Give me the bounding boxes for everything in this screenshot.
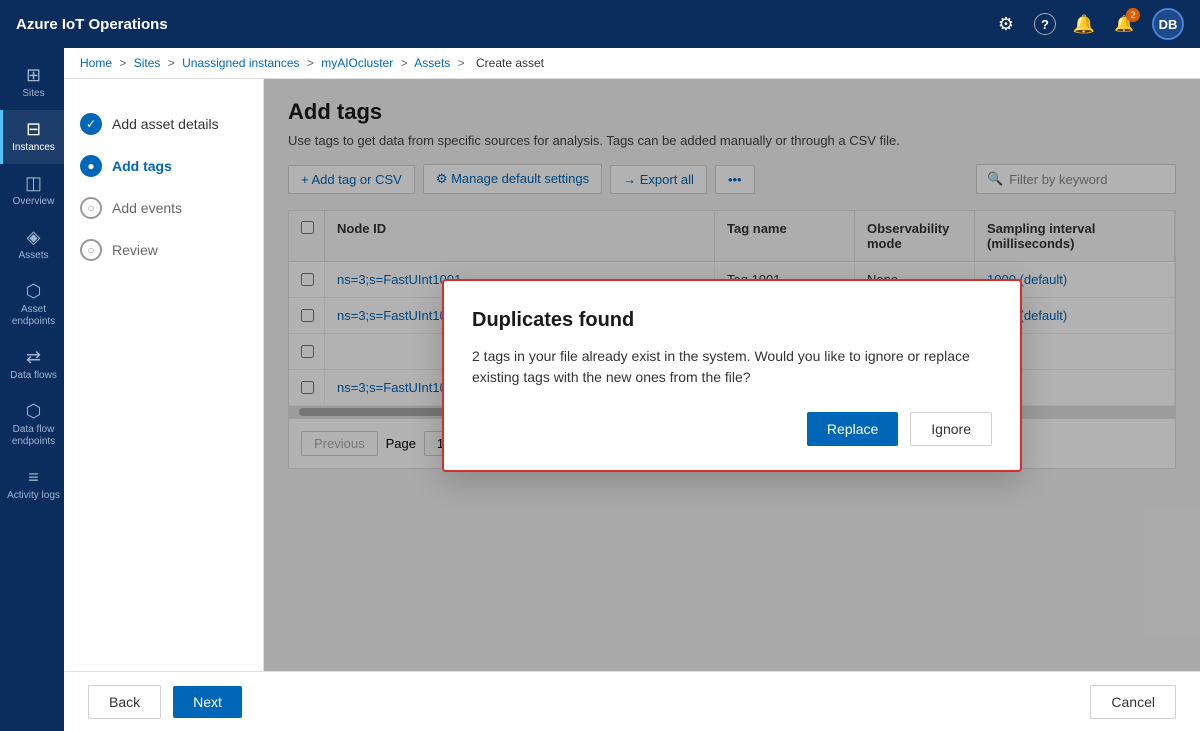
top-nav-icons: ⚙ ? 🔔 🔔 2 DB: [994, 8, 1184, 40]
breadcrumb-home[interactable]: Home: [80, 56, 112, 70]
sidebar-label-assets: Assets: [18, 250, 48, 262]
notification-bell[interactable]: 🔔 2: [1112, 12, 1136, 36]
sidebar-item-assets[interactable]: ◈ Assets: [0, 218, 64, 272]
sidebar-label-data-flow-endpoints: Data flow endpoints: [7, 424, 60, 448]
back-button[interactable]: Back: [88, 685, 161, 719]
sidebar: ⊞ Sites ⊟ Instances ◫ Overview ◈ Assets …: [0, 48, 64, 731]
bell-icon[interactable]: 🔔: [1072, 12, 1096, 36]
breadcrumb-assets[interactable]: Assets: [414, 56, 450, 70]
sidebar-item-data-flow-endpoints[interactable]: ⬡ Data flow endpoints: [0, 392, 64, 458]
wizard-step-add-tags[interactable]: ● Add tags: [80, 145, 247, 187]
app-title: Azure IoT Operations: [16, 16, 994, 33]
modal-body: 2 tags in your file already exist in the…: [472, 346, 992, 388]
modal-overlay: Duplicates found 2 tags in your file alr…: [264, 79, 1200, 671]
step-icon-review: ○: [80, 239, 102, 261]
instances-icon: ⊟: [26, 120, 41, 138]
step-label-review: Review: [112, 242, 158, 258]
replace-button[interactable]: Replace: [807, 412, 898, 446]
main-layout: ⊞ Sites ⊟ Instances ◫ Overview ◈ Assets …: [0, 48, 1200, 731]
wizard-step-add-events[interactable]: ○ Add events: [80, 187, 247, 229]
sidebar-label-overview: Overview: [13, 196, 55, 208]
step-label-add-asset-details: Add asset details: [112, 116, 219, 132]
sidebar-item-data-flows[interactable]: ⇄ Data flows: [0, 338, 64, 392]
sidebar-label-activity-logs: Activity logs: [7, 490, 60, 502]
main-content: Add tags Use tags to get data from speci…: [264, 79, 1200, 671]
step-icon-add-tags: ●: [80, 155, 102, 177]
data-flows-icon: ⇄: [26, 348, 41, 366]
step-label-add-events: Add events: [112, 200, 182, 216]
sidebar-label-asset-endpoints: Asset endpoints: [7, 304, 60, 328]
breadcrumb: Home > Sites > Unassigned instances > my…: [64, 48, 1200, 79]
cancel-button[interactable]: Cancel: [1090, 685, 1176, 719]
sidebar-item-instances[interactable]: ⊟ Instances: [0, 110, 64, 164]
data-flow-endpoints-icon: ⬡: [26, 402, 42, 420]
settings-icon[interactable]: ⚙: [994, 12, 1018, 36]
page-body: ✓ Add asset details ● Add tags ○ Add eve…: [64, 79, 1200, 671]
breadcrumb-unassigned-instances[interactable]: Unassigned instances: [182, 56, 299, 70]
wizard-step-review[interactable]: ○ Review: [80, 229, 247, 271]
bottom-bar: Back Next Cancel: [64, 671, 1200, 731]
assets-icon: ◈: [27, 228, 41, 246]
sites-icon: ⊞: [26, 66, 41, 84]
sidebar-item-overview[interactable]: ◫ Overview: [0, 164, 64, 218]
step-icon-add-asset-details: ✓: [80, 113, 102, 135]
help-icon[interactable]: ?: [1034, 13, 1056, 35]
content-area: Home > Sites > Unassigned instances > my…: [64, 48, 1200, 731]
user-avatar[interactable]: DB: [1152, 8, 1184, 40]
sidebar-item-asset-endpoints[interactable]: ⬡ Asset endpoints: [0, 272, 64, 338]
sidebar-label-instances: Instances: [12, 142, 55, 154]
modal-title: Duplicates found: [472, 309, 992, 332]
top-navigation: Azure IoT Operations ⚙ ? 🔔 🔔 2 DB: [0, 0, 1200, 48]
sidebar-label-sites: Sites: [22, 88, 44, 100]
sidebar-label-data-flows: Data flows: [10, 370, 57, 382]
breadcrumb-cluster[interactable]: myAIOcluster: [321, 56, 393, 70]
wizard-step-add-asset-details[interactable]: ✓ Add asset details: [80, 103, 247, 145]
asset-endpoints-icon: ⬡: [26, 282, 42, 300]
notification-count: 2: [1126, 8, 1140, 22]
ignore-button[interactable]: Ignore: [910, 412, 992, 446]
sidebar-item-activity-logs[interactable]: ≡ Activity logs: [0, 458, 64, 512]
sidebar-item-sites[interactable]: ⊞ Sites: [0, 56, 64, 110]
breadcrumb-current: Create asset: [476, 56, 544, 70]
wizard-navigation: ✓ Add asset details ● Add tags ○ Add eve…: [64, 79, 264, 671]
next-button[interactable]: Next: [173, 686, 242, 718]
modal-actions: Replace Ignore: [472, 412, 992, 446]
duplicates-modal: Duplicates found 2 tags in your file alr…: [442, 279, 1022, 472]
activity-logs-icon: ≡: [28, 468, 39, 486]
breadcrumb-sites[interactable]: Sites: [134, 56, 161, 70]
overview-icon: ◫: [25, 174, 42, 192]
step-label-add-tags: Add tags: [112, 158, 172, 174]
step-icon-add-events: ○: [80, 197, 102, 219]
